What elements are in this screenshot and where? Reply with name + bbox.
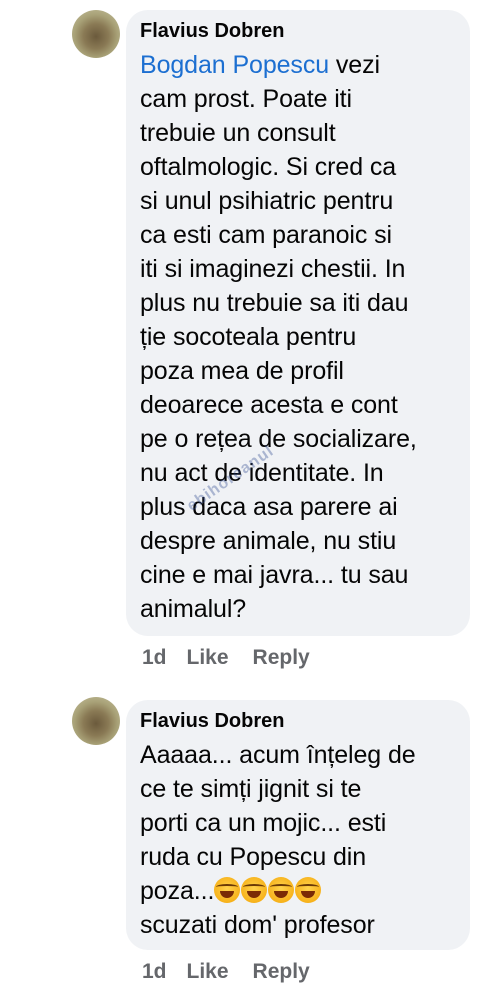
comment-bubble: Flavius Dobren Aaaaa... acum înțeleg de … [126, 700, 470, 950]
comment-bubble: Flavius Dobren Bogdan Popescu vezi cam p… [126, 10, 470, 636]
comment-actions: 1d Like Reply [142, 960, 310, 984]
reply-button[interactable]: Reply [253, 646, 310, 670]
comment-timestamp[interactable]: 1d [142, 960, 167, 984]
like-button[interactable]: Like [187, 646, 229, 670]
avatar[interactable] [72, 697, 120, 745]
comment-body: vezi cam prost. Poate iti trebuie un con… [140, 51, 417, 623]
mention-link[interactable]: Bogdan Popescu [140, 51, 329, 79]
comment-text: Aaaaa... acum înțeleg de ce te simți jig… [140, 738, 456, 942]
reply-button[interactable]: Reply [253, 960, 310, 984]
comment-actions: 1d Like Reply [142, 646, 310, 670]
like-button[interactable]: Like [187, 960, 229, 984]
rolling-on-floor-laughing-icon [214, 877, 241, 903]
comment-author[interactable]: Flavius Dobren [140, 708, 456, 734]
avatar[interactable] [72, 10, 120, 58]
rolling-on-floor-laughing-icon [241, 877, 268, 903]
rolling-on-floor-laughing-icon [295, 877, 322, 903]
comment-text: Bogdan Popescu vezi cam prost. Poate iti… [140, 48, 456, 626]
rolling-on-floor-laughing-icon [268, 877, 295, 903]
comment-body-end: scuzati dom' profesor [140, 911, 375, 939]
comment-timestamp[interactable]: 1d [142, 646, 167, 670]
comment-author[interactable]: Flavius Dobren [140, 18, 456, 44]
